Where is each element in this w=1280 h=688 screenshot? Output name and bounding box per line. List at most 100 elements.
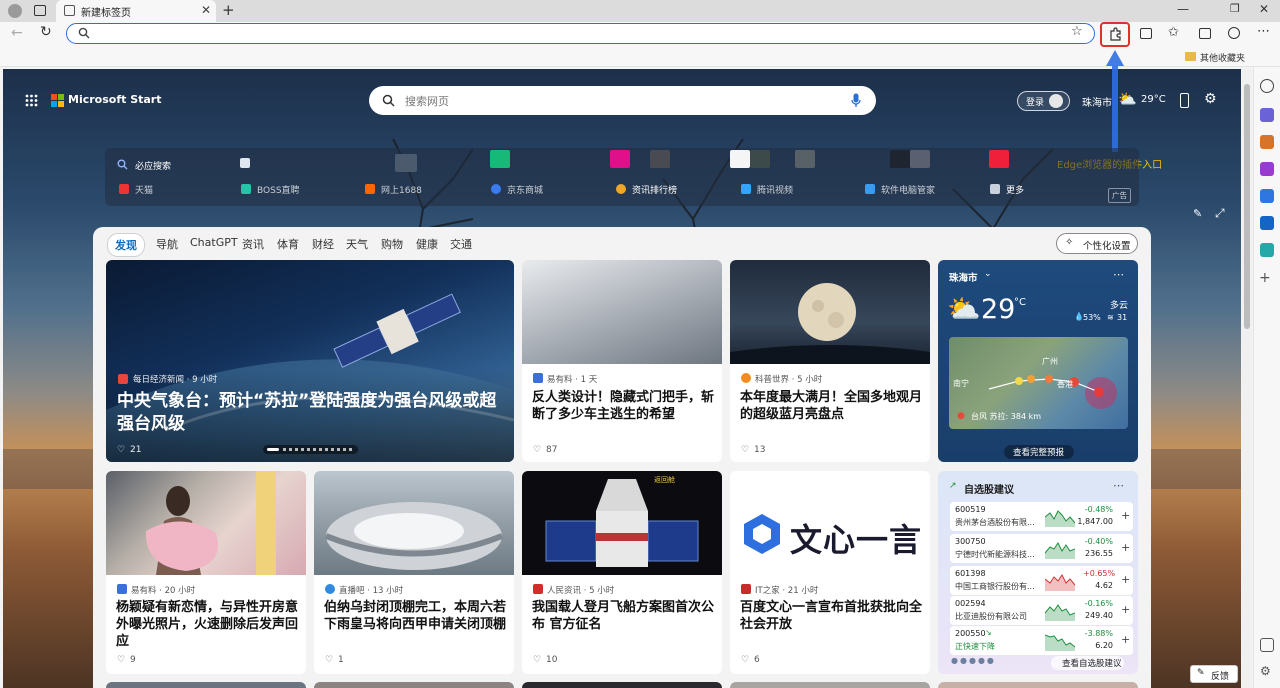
typhoon-map[interactable]: 广州 香港 南宁 ● 台风 苏拉: 384 km (949, 337, 1128, 429)
personalize-button[interactable]: ✧ 个性化设置 (1056, 233, 1138, 254)
news-card[interactable]: 返回舱 人民资讯 · 5 小时 我国载人登月飞船方案图首次公布 官方征名 ♡ 1… (522, 471, 722, 674)
sidebar-settings-icon[interactable]: ⚙ (1260, 664, 1271, 678)
blurred-link[interactable] (490, 150, 510, 168)
tab-actions-icon[interactable] (34, 5, 46, 16)
quick-link-1688[interactable]: 网上1688 (381, 183, 422, 196)
sidebar-add-icon[interactable]: + (1259, 270, 1271, 286)
quick-link-bing[interactable]: 必应搜索 (135, 159, 171, 172)
web-search-box[interactable]: 搜索网页 (369, 86, 876, 115)
sidebar-search-icon[interactable] (1260, 79, 1274, 93)
favorites-icon[interactable]: ✩ (1168, 25, 1179, 40)
close-window-icon[interactable]: ✕ (1259, 2, 1269, 16)
refresh-icon[interactable]: ↻ (40, 24, 52, 40)
stock-row[interactable]: 601398 中国工商银行股份有... +0.65% 4.62 + (950, 566, 1133, 595)
tab-sports[interactable]: 体育 (277, 236, 299, 252)
page-dots[interactable]: ●●●●● (951, 656, 996, 665)
stock-row[interactable]: 600519 贵州茅台酒股份有限... -0.48% 1,847.00 + (950, 502, 1133, 531)
tab-new-tab[interactable]: 新建标签页 ✕ (56, 0, 216, 22)
news-card[interactable]: 易有料 · 20 小时 杨颖疑有新恋情，与异性开房意外曝光照片，火速删除后发声回… (106, 471, 306, 674)
close-tab-icon[interactable]: ✕ (201, 3, 211, 17)
brand-title[interactable]: Microsoft Start (68, 93, 161, 106)
quick-link-ranking[interactable]: 资讯排行榜 (632, 183, 677, 196)
news-card[interactable]: 易有料 · 1 天 反人类设计！隐藏式门把手，斩断了多少车主逃生的希望 ♡ 87 (522, 260, 722, 462)
news-card[interactable]: 科普世界 · 5 小时 本年度最大满月！全国多地观月的超级蓝月亮盘点 ♡ 13 (730, 260, 930, 462)
blurred-link[interactable] (890, 150, 910, 168)
extensions-icon[interactable] (1108, 27, 1122, 41)
quick-link-icon[interactable] (240, 158, 250, 168)
blurred-link[interactable] (989, 150, 1009, 168)
carousel-dot[interactable] (283, 448, 353, 451)
news-title[interactable]: 我国载人登月飞船方案图首次公布 官方征名 (532, 599, 716, 633)
quick-link-jd[interactable]: 京东商城 (507, 183, 543, 196)
stock-row[interactable]: 200550 ↘ 正快速下降 -3.88% 6.20 + (950, 626, 1133, 655)
quick-link-more[interactable]: 更多 (1006, 183, 1024, 196)
like-icon[interactable]: ♡ (533, 445, 541, 455)
tab-chatgpt[interactable]: ChatGPT (190, 236, 238, 249)
blurred-link[interactable] (910, 150, 930, 168)
add-stock-icon[interactable]: + (1121, 509, 1130, 522)
header-temperature[interactable]: 29°C (1141, 94, 1166, 105)
news-card-peek[interactable] (314, 682, 514, 688)
tab-traffic[interactable]: 交通 (450, 236, 472, 252)
sidebar-drop-icon[interactable] (1260, 243, 1274, 257)
expand-icon[interactable]: ⤢ (1215, 206, 1225, 221)
more-options-icon[interactable]: ⋯ (1113, 268, 1124, 281)
sidebar-tools-icon[interactable] (1260, 135, 1274, 149)
sidebar-hide-icon[interactable] (1260, 638, 1274, 652)
quick-link-manager[interactable]: 软件电脑管家 (881, 183, 935, 196)
add-stock-icon[interactable]: + (1121, 603, 1130, 616)
carousel-dots[interactable] (263, 445, 358, 454)
sidebar-m365-icon[interactable] (1260, 189, 1274, 203)
like-icon[interactable]: ♡ (117, 655, 125, 665)
news-card-peek[interactable] (106, 682, 306, 688)
profile-icon[interactable] (8, 4, 22, 18)
more-menu-icon[interactable]: ⋯ (1257, 24, 1270, 39)
blurred-link[interactable] (610, 150, 630, 168)
sidebar-games-icon[interactable] (1260, 162, 1274, 176)
quick-link-boss[interactable]: BOSS直聘 (257, 183, 300, 196)
news-card[interactable]: 直播吧 · 13 小时 伯纳乌封闭顶棚完工，本周六若下雨皇马将向西甲申请关闭顶棚… (314, 471, 514, 674)
news-card-peek[interactable] (522, 682, 722, 688)
news-title[interactable]: 杨颖疑有新恋情，与异性开房意外曝光照片，火速删除后发声回应 (116, 599, 300, 650)
minimize-icon[interactable]: — (1177, 2, 1189, 16)
news-card[interactable]: 文心一言 IT之家 · 21 小时 百度文心一言宣布首批获批向全社会开放 ♡ 6 (730, 471, 930, 674)
news-card-peek[interactable] (730, 682, 930, 688)
news-title[interactable]: 百度文心一言宣布首批获批向全社会开放 (740, 599, 924, 633)
news-title[interactable]: 本年度最大满月！全国多地观月的超级蓝月亮盘点 (740, 389, 922, 423)
feedback-button[interactable]: ✎ 反馈 (1190, 665, 1238, 683)
microphone-icon[interactable] (851, 93, 861, 108)
weather-card[interactable]: 珠海市 ⌄ ⋯ ⛅ 29 °C 多云 💧 53% ≋ 31 广州 香港 南宁 ●… (938, 260, 1138, 462)
hero-card[interactable]: 每日经济新闻 · 9 小时 中央气象台：预计“苏拉”登陆强度为强台风级或超强台风… (106, 260, 514, 462)
news-title[interactable]: 伯纳乌封闭顶棚完工，本周六若下雨皇马将向西甲申请关闭顶棚 (324, 599, 508, 633)
quick-link-tmall[interactable]: 天猫 (135, 183, 153, 196)
tab-health[interactable]: 健康 (416, 236, 438, 252)
add-stock-icon[interactable]: + (1121, 633, 1130, 646)
login-button[interactable]: 登录 (1017, 91, 1070, 111)
weather-city[interactable]: 珠海市 (949, 270, 978, 284)
other-favorites[interactable]: 其他收藏夹 (1200, 51, 1245, 64)
blurred-link[interactable] (395, 154, 417, 172)
split-screen-icon[interactable] (1140, 28, 1152, 39)
sidebar-outlook-icon[interactable] (1260, 216, 1274, 230)
maximize-icon[interactable]: ❐ (1230, 2, 1240, 15)
like-icon[interactable]: ♡ (741, 445, 749, 455)
like-icon[interactable]: ♡ (533, 655, 541, 665)
new-tab-button[interactable]: + (222, 1, 235, 19)
full-forecast-button[interactable]: 查看完整预报 (1004, 445, 1074, 459)
news-title[interactable]: 反人类设计！隐藏式门把手，斩断了多少车主逃生的希望 (532, 389, 714, 423)
tab-weather[interactable]: 天气 (346, 236, 368, 252)
tab-navigation[interactable]: 导航 (156, 236, 178, 252)
view-stocks-button[interactable]: 查看自选股建议 (1051, 656, 1124, 670)
add-stock-icon[interactable]: + (1121, 541, 1130, 554)
more-options-icon[interactable]: ⋯ (1113, 479, 1124, 492)
add-stock-icon[interactable]: + (1121, 573, 1130, 586)
blurred-link[interactable] (730, 150, 750, 168)
collections-icon[interactable] (1199, 28, 1211, 39)
like-icon[interactable]: ♡ (741, 655, 749, 665)
news-card-peek[interactable] (938, 682, 1138, 688)
sidebar-copilot-icon[interactable] (1260, 108, 1274, 122)
app-launcher-icon[interactable] (25, 94, 38, 107)
address-bar[interactable]: ☆ (66, 23, 1095, 44)
blurred-link[interactable] (795, 150, 815, 168)
tab-finance[interactable]: 财经 (312, 236, 334, 252)
